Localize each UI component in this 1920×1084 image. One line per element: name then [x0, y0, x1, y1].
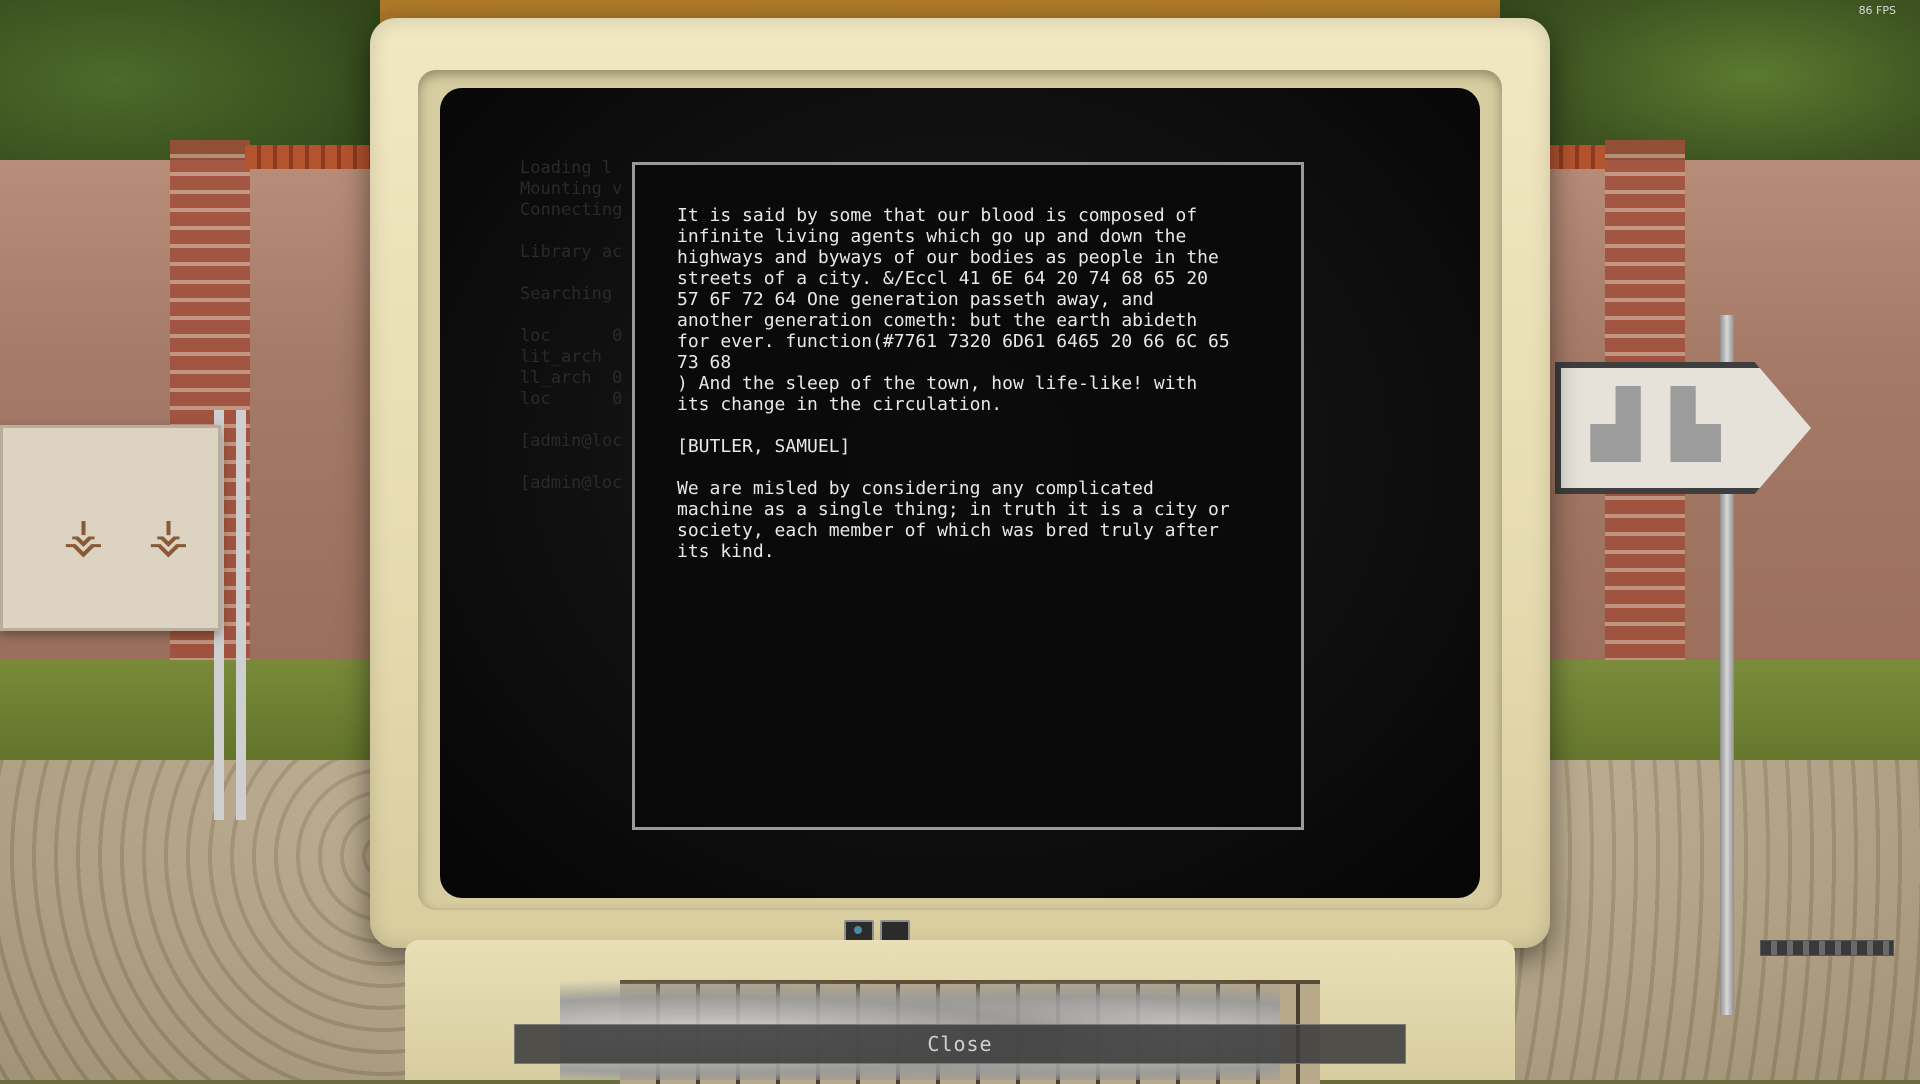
- background-terminal-line: Loading l: [520, 158, 613, 178]
- monitor-vent: [1760, 940, 1894, 956]
- background-terminal-line: [520, 263, 622, 284]
- close-button[interactable]: Close: [514, 1024, 1406, 1064]
- roof-tiles-left: [245, 145, 385, 169]
- background-terminal-line: [520, 305, 622, 326]
- terminal-screen: Loading l Mounting v Connecting Library ac S…: [440, 88, 1480, 898]
- symbol-icon: ⚶: [63, 508, 104, 564]
- background-terminal-line: [admin@loc: [520, 431, 623, 451]
- background-terminal-line: [520, 410, 622, 431]
- board-post: [236, 410, 246, 820]
- background-terminal-text: Loading l Mounting v Connecting Library ac S…: [520, 158, 622, 494]
- fps-counter: 86 FPS: [1858, 4, 1896, 17]
- message-text: It is said by some that our blood is com…: [677, 205, 1230, 562]
- background-terminal-line: [admin@loc: [520, 473, 623, 493]
- background-terminal-line: lit_arch: [520, 347, 623, 367]
- background-terminal-line: ll_arch 0: [520, 368, 623, 388]
- background-terminal-line: [520, 452, 622, 473]
- background-terminal-line: Mounting v: [520, 179, 623, 199]
- background-terminal-line: Library ac: [520, 242, 623, 262]
- background-terminal-line: Searching: [520, 284, 613, 304]
- power-button: [844, 920, 874, 942]
- notice-board: ⚶ ⚶: [0, 425, 221, 631]
- background-terminal-line: loc 0: [520, 326, 623, 346]
- background-terminal-line: loc 0: [520, 389, 623, 409]
- symbol-icon: ⚶: [148, 508, 189, 564]
- message-dialog: It is said by some that our blood is com…: [632, 162, 1304, 830]
- computer-monitor: Loading l Mounting v Connecting Library ac S…: [370, 18, 1894, 956]
- sign-symbol-icon: ▙: [1671, 388, 1721, 462]
- background-terminal-line: [520, 221, 622, 242]
- background-terminal-line: Connecting: [520, 200, 623, 220]
- sign-symbol-icon: ▟: [1591, 388, 1641, 462]
- monitor-button: [880, 920, 910, 942]
